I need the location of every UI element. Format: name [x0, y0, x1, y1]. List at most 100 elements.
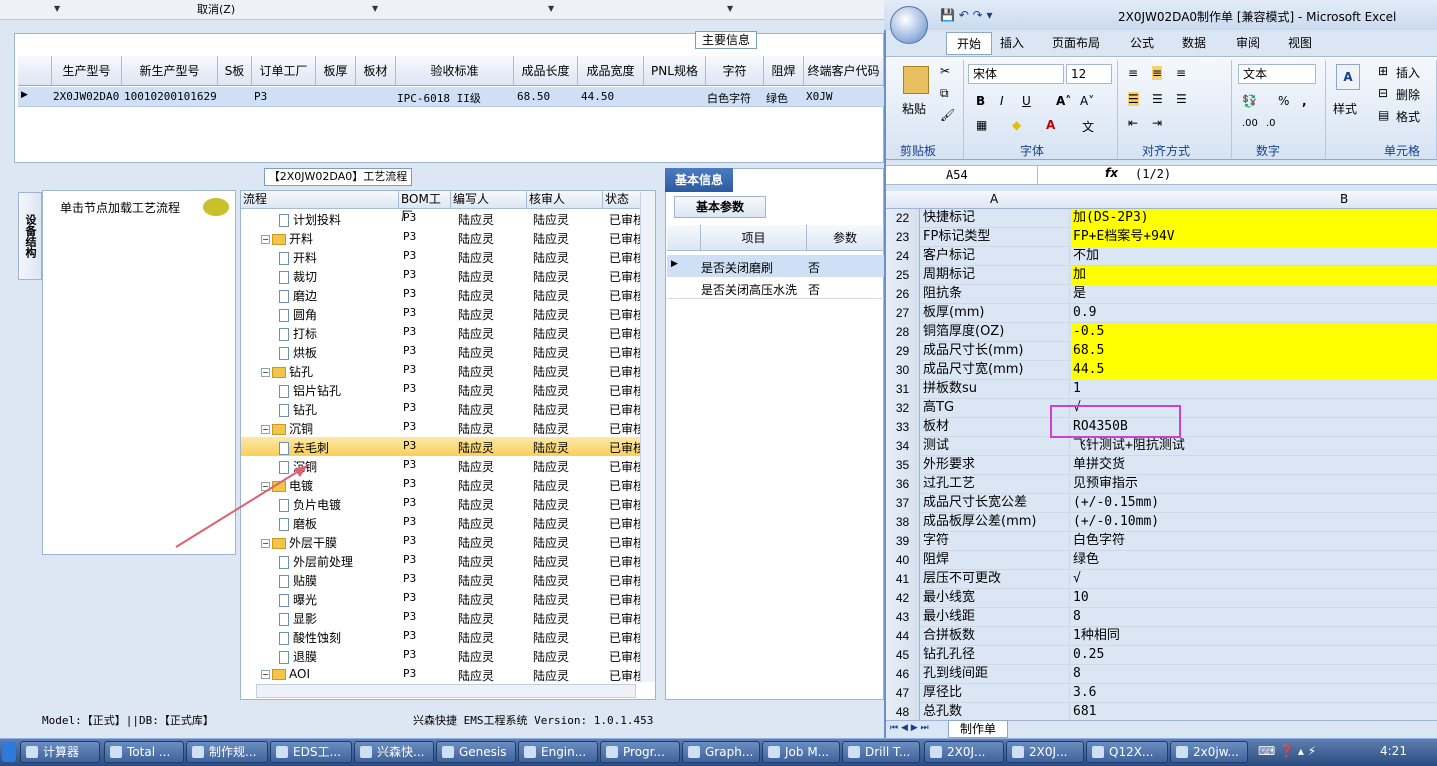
col-item[interactable]: 项目	[701, 225, 807, 251]
col-param[interactable]: 参数	[807, 225, 884, 251]
cell-b[interactable]: 不加	[1071, 247, 1437, 266]
cut-icon[interactable]: ✂	[940, 64, 950, 78]
cell-b[interactable]: 8	[1071, 665, 1437, 684]
name-box[interactable]: A54	[888, 166, 1038, 184]
borders-icon[interactable]: ▦	[976, 118, 987, 132]
cell-b[interactable]: 8	[1071, 608, 1437, 627]
tree-row[interactable]: 打标 P3 陆应灵 陆应灵 已审核	[241, 323, 645, 342]
taskbar-item[interactable]: 2x0jw...	[1170, 741, 1248, 763]
quick-access-icons[interactable]: 💾 ↶ ↷ ▾	[940, 8, 993, 22]
row-header[interactable]: 25	[886, 266, 920, 285]
param-value[interactable]: 否	[808, 259, 820, 276]
grid-col-header[interactable]: 成品长度	[514, 56, 578, 86]
collapse-icon[interactable]: −	[261, 670, 270, 679]
cell-a[interactable]: 板材	[921, 418, 1070, 437]
cell-char[interactable]: 白色字符	[707, 90, 751, 106]
cell-b[interactable]: 10	[1071, 589, 1437, 608]
ribbon-tab[interactable]: 视图	[1288, 34, 1312, 51]
fill-color-icon[interactable]: ◆	[1012, 118, 1021, 132]
grid-col-header[interactable]: 阻焊	[764, 56, 804, 86]
taskbar-item[interactable]: Job M...	[762, 741, 840, 763]
cell-b[interactable]: 0.9	[1071, 304, 1437, 323]
grid-col-header[interactable]: 字符	[706, 56, 764, 86]
format-painter-icon[interactable]: 🖌	[940, 108, 955, 122]
tree-row[interactable]: 酸性蚀刻 P3 陆应灵 陆应灵 已审核	[241, 627, 645, 646]
underline-button[interactable]: U	[1022, 94, 1031, 108]
cell-b[interactable]: 白色字符	[1071, 532, 1437, 551]
fx-icon[interactable]: fx	[1105, 166, 1118, 180]
row-header[interactable]: 32	[886, 399, 920, 418]
grid-col-header[interactable]: 终端客户代码	[804, 56, 884, 86]
tree-row[interactable]: 显影 P3 陆应灵 陆应灵 已审核	[241, 608, 645, 627]
tree-row[interactable]: 计划投料 P3 陆应灵 陆应灵 已审核	[241, 209, 645, 228]
align-top-icon[interactable]: ≡	[1128, 66, 1138, 80]
tree-row[interactable]: 退膜 P3 陆应灵 陆应灵 已审核	[241, 646, 645, 665]
delete-cells-button[interactable]: 删除	[1396, 86, 1420, 103]
tree-row[interactable]: − 沉铜 P3 陆应灵 陆应灵 已审核	[241, 418, 645, 437]
grid-col-header[interactable]: PNL规格	[644, 56, 706, 86]
param-value[interactable]: 否	[808, 281, 820, 298]
cell-b[interactable]: FP+E档案号+94V	[1071, 228, 1437, 247]
tree-hscrollbar[interactable]	[256, 684, 636, 698]
cell-length[interactable]: 68.50	[517, 90, 550, 103]
row-header[interactable]: 42	[886, 589, 920, 608]
ribbon-tab[interactable]: 数据	[1182, 34, 1206, 51]
dropdown-arrow-icon[interactable]: ▼	[372, 4, 378, 13]
cell-a[interactable]: 最小线宽	[921, 589, 1070, 608]
tree-row[interactable]: − AOI P3 陆应灵 陆应灵 已审核	[241, 665, 645, 684]
taskbar-item[interactable]: EDS工...	[270, 741, 352, 763]
taskbar-item[interactable]: Engin...	[518, 741, 598, 763]
styles-icon[interactable]: A	[1336, 64, 1360, 90]
grid-col-header[interactable]: 成品宽度	[578, 56, 644, 86]
cell-b[interactable]: 3.6	[1071, 684, 1437, 703]
number-format-select[interactable]: 文本	[1238, 64, 1316, 84]
percent-icon[interactable]: %	[1278, 94, 1289, 108]
col-header-a[interactable]: A	[990, 192, 998, 206]
taskbar-item[interactable]: Genesis	[436, 741, 516, 763]
cell-b[interactable]: 飞针测试+阻抗测试	[1071, 437, 1437, 456]
cell-b[interactable]: 绿色	[1071, 551, 1437, 570]
taskbar-item[interactable]: Progr...	[600, 741, 680, 763]
sheet-tab[interactable]: 制作单	[948, 720, 1008, 738]
row-header[interactable]: 47	[886, 684, 920, 703]
cell-a[interactable]: 阻焊	[921, 551, 1070, 570]
row-header[interactable]: 43	[886, 608, 920, 627]
cell-customer[interactable]: X0JW	[806, 90, 833, 103]
font-color-icon[interactable]: A	[1046, 118, 1055, 132]
row-header[interactable]: 22	[886, 209, 920, 228]
office-button-icon[interactable]	[890, 6, 928, 44]
cell-b[interactable]: 0.25	[1071, 646, 1437, 665]
grid-col-header[interactable]: 订单工厂	[252, 56, 316, 86]
copy-icon[interactable]: ⧉	[940, 86, 949, 101]
param-row[interactable]: ▶ 是否关闭磨刷 否	[667, 255, 884, 277]
row-header[interactable]: 26	[886, 285, 920, 304]
shrink-font-button[interactable]: A˅	[1080, 94, 1094, 108]
dropdown-arrow-icon[interactable]: ▼	[727, 4, 733, 13]
grid-col-header[interactable]: 板厚	[316, 56, 356, 86]
tree-row[interactable]: 烘板 P3 陆应灵 陆应灵 已审核	[241, 342, 645, 361]
cell-b[interactable]: 加(DS-2P3)	[1071, 209, 1437, 228]
col-header-b[interactable]: B	[1340, 192, 1348, 206]
tree-row[interactable]: − 钻孔 P3 陆应灵 陆应灵 已审核	[241, 361, 645, 380]
row-header[interactable]: 34	[886, 437, 920, 456]
cell-a[interactable]: 板厚(mm)	[921, 304, 1070, 323]
cell-mask[interactable]: 绿色	[766, 90, 788, 106]
align-bottom-icon[interactable]: ≡	[1176, 66, 1186, 80]
tree-row[interactable]: 铝片钻孔 P3 陆应灵 陆应灵 已审核	[241, 380, 645, 399]
start-icon[interactable]	[2, 742, 16, 762]
phonetic-icon[interactable]: 文	[1082, 118, 1094, 135]
cell-a[interactable]: 周期标记	[921, 266, 1070, 285]
cell-b[interactable]: 68.5	[1071, 342, 1437, 361]
cell-a[interactable]: 字符	[921, 532, 1070, 551]
grid-col-header[interactable]: 验收标准	[396, 56, 514, 86]
taskbar-item[interactable]: 2X0J...	[1006, 741, 1084, 763]
increase-decimal-icon[interactable]: .00	[1242, 118, 1258, 129]
insert-cells-button[interactable]: 插入	[1396, 64, 1420, 81]
row-header[interactable]: 23	[886, 228, 920, 247]
cell-b[interactable]: 1	[1071, 380, 1437, 399]
font-name-select[interactable]: 宋体	[968, 64, 1064, 84]
indent-icon[interactable]: ⇤	[1128, 116, 1138, 130]
row-header[interactable]: 37	[886, 494, 920, 513]
tree-row[interactable]: 去毛刺 P3 陆应灵 陆应灵 已审核	[241, 437, 645, 456]
taskbar-item[interactable]: 2X0J...	[924, 741, 1004, 763]
